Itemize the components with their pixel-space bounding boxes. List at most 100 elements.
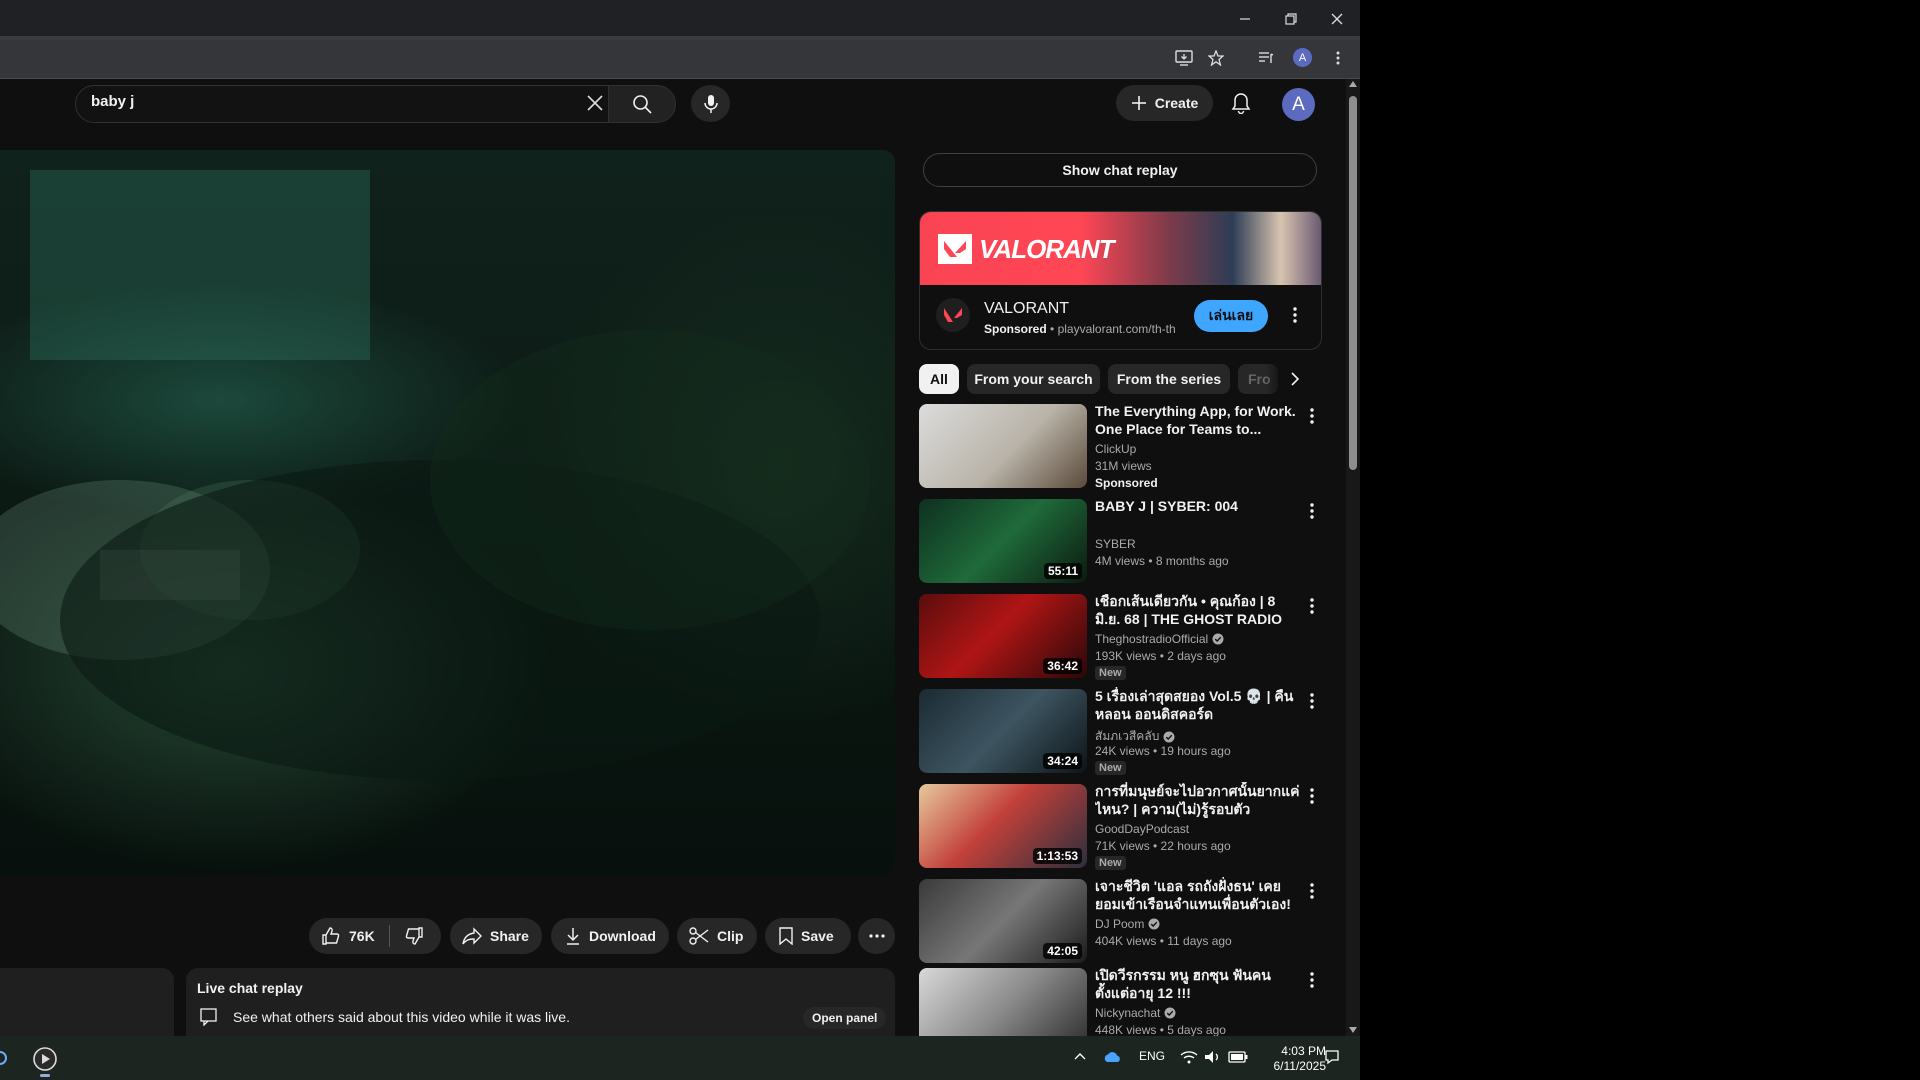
clock-time: 4:03 PM xyxy=(1281,1044,1326,1058)
video-player[interactable] xyxy=(0,150,895,875)
wifi-icon[interactable] xyxy=(1180,1050,1198,1064)
onedrive-icon[interactable] xyxy=(1103,1050,1123,1064)
video-meta: 193K views • 2 days ago xyxy=(1095,649,1226,663)
channel-name[interactable]: ClickUp xyxy=(1095,442,1136,456)
chip-from-the-series[interactable]: From the series xyxy=(1108,364,1230,394)
like-count[interactable]: 76K xyxy=(349,928,375,944)
chip-all[interactable]: All xyxy=(919,364,959,394)
scroll-down-arrow-icon[interactable] xyxy=(1348,1026,1358,1034)
video-thumbnail[interactable]: 34:24 xyxy=(919,689,1087,773)
recommendation-item[interactable]: The Everything App, for Work. One Place … xyxy=(919,402,1329,492)
media-player-icon[interactable] xyxy=(32,1046,58,1072)
recommendation-item[interactable]: 36:42 เชือกเส้นเดียวกัน • คุณก้อง | 8 มิ.… xyxy=(919,592,1329,682)
more-actions-button[interactable] xyxy=(858,918,895,954)
video-thumbnail[interactable]: 1:13:53 xyxy=(919,784,1087,868)
scroll-up-arrow-icon[interactable] xyxy=(1348,80,1358,88)
ad-banner-image[interactable]: VALORANT xyxy=(920,212,1321,285)
channel-name[interactable]: TheghostradioOfficial xyxy=(1095,632,1208,646)
bookmark-icon xyxy=(779,927,793,945)
browser-profile-avatar[interactable]: A xyxy=(1293,48,1312,67)
channel-row[interactable]: ClickUp xyxy=(1095,442,1136,456)
download-button[interactable]: Download xyxy=(551,918,669,954)
ad-url: playvalorant.com/th-th xyxy=(1057,322,1176,336)
recommendation-item[interactable]: 34:24 5 เรื่องเล่าสุดสยอง Vol.5 💀 | คืนหล… xyxy=(919,687,1329,777)
recommendation-item[interactable]: 1:13:53 การที่มนุษย์จะไปอวกาศนั้นยากแค่ไห… xyxy=(919,782,1329,872)
search-button[interactable] xyxy=(608,85,676,123)
bookmark-star-icon[interactable] xyxy=(1204,46,1228,70)
channel-row[interactable]: SYBER xyxy=(1095,537,1136,551)
more-vert-icon[interactable] xyxy=(1302,970,1322,990)
like-divider xyxy=(388,925,390,947)
video-title[interactable]: BABY J | SYBER: 004 xyxy=(1095,497,1300,515)
chevron-right-icon[interactable] xyxy=(1290,371,1300,387)
dislike-icon[interactable] xyxy=(404,926,424,946)
save-button[interactable]: Save xyxy=(765,918,851,954)
notification-center-icon[interactable] xyxy=(1324,1049,1340,1065)
search-icon xyxy=(632,94,652,114)
valorant-logo-icon xyxy=(938,234,972,264)
channel-name[interactable]: SYBER xyxy=(1095,537,1136,551)
close-icon[interactable] xyxy=(1314,0,1360,37)
open-panel-button[interactable]: Open panel xyxy=(803,1007,887,1029)
channel-row[interactable]: GoodDayPodcast xyxy=(1095,822,1189,836)
description-panel[interactable] xyxy=(0,968,174,1040)
video-title[interactable]: การที่มนุษย์จะไปอวกาศนั้นยากแค่ไหน? | คว… xyxy=(1095,782,1300,818)
channel-row[interactable]: DJ Poom xyxy=(1095,917,1160,931)
video-meta: 448K views • 5 days ago xyxy=(1095,1023,1226,1037)
video-title[interactable]: The Everything App, for Work. One Place … xyxy=(1095,402,1300,438)
browser-toolbar xyxy=(0,40,1360,78)
voice-search-button[interactable] xyxy=(691,85,730,122)
more-vert-icon[interactable] xyxy=(1302,786,1322,806)
share-button[interactable]: Share xyxy=(450,918,542,954)
video-meta: 404K views • 11 days ago xyxy=(1095,934,1232,948)
ad-cta-button[interactable]: เล่นเลย xyxy=(1194,300,1268,332)
ad-more-icon[interactable] xyxy=(1293,307,1297,323)
channel-row[interactable]: Nickynachat xyxy=(1095,1006,1176,1020)
scrollbar-thumb[interactable] xyxy=(1349,96,1357,470)
clear-search-icon[interactable] xyxy=(585,93,605,113)
video-title[interactable]: เชือกเส้นเดียวกัน • คุณก้อง | 8 มิ.ย. 68… xyxy=(1095,592,1300,628)
account-avatar[interactable]: A xyxy=(1282,88,1315,121)
video-title[interactable]: เจาะชีวิต 'แอล รถถังฝั่งธน' เคยยอมเข้าเร… xyxy=(1095,877,1300,913)
notifications-bell-icon[interactable] xyxy=(1226,88,1256,118)
video-thumbnail[interactable] xyxy=(919,404,1087,488)
more-vert-icon[interactable] xyxy=(1302,596,1322,616)
clip-button[interactable]: Clip xyxy=(677,918,757,954)
chip-from-your-search[interactable]: From your search xyxy=(967,364,1100,394)
like-icon[interactable] xyxy=(321,926,341,946)
advertiser-logo-icon xyxy=(936,298,970,332)
video-title[interactable]: เปิดวีรกรรม หนู ฮกซุน ฟันคนตั้งแต่อายุ 1… xyxy=(1095,966,1300,1002)
restore-icon[interactable] xyxy=(1268,0,1314,37)
channel-row[interactable]: TheghostradioOfficial xyxy=(1095,632,1224,646)
tray-chevron-up-icon[interactable] xyxy=(1074,1052,1086,1060)
channel-name[interactable]: GoodDayPodcast xyxy=(1095,822,1189,836)
video-thumbnail[interactable]: 42:05 xyxy=(919,879,1087,963)
media-control-icon[interactable] xyxy=(1254,46,1278,70)
create-button[interactable]: Create xyxy=(1116,85,1213,121)
video-title[interactable]: 5 เรื่องเล่าสุดสยอง Vol.5 💀 | คืนหลอน ออ… xyxy=(1095,687,1300,723)
verified-check-icon xyxy=(1163,731,1175,743)
search-input[interactable] xyxy=(75,85,634,123)
sponsored-ad-card[interactable]: VALORANT VALORANT Sponsored • playvalora… xyxy=(919,211,1322,350)
video-duration: 55:11 xyxy=(1043,563,1082,579)
system-clock[interactable]: 4:03 PM 6/11/2025 xyxy=(1252,1044,1327,1074)
taskbar-app-icon[interactable] xyxy=(0,1048,12,1068)
browser-menu-icon[interactable] xyxy=(1326,46,1350,70)
recommendation-item[interactable]: 55:11 BABY J | SYBER: 004 SYBER 4M views • … xyxy=(919,497,1329,587)
channel-name[interactable]: Nickynachat xyxy=(1095,1006,1160,1020)
recommendation-item[interactable]: 42:05 เจาะชีวิต 'แอล รถถังฝั่งธน' เคยยอมเ… xyxy=(919,877,1329,967)
more-vert-icon[interactable] xyxy=(1302,406,1322,426)
show-chat-replay-button[interactable]: Show chat replay xyxy=(923,153,1317,187)
install-app-icon[interactable] xyxy=(1172,46,1196,70)
more-vert-icon[interactable] xyxy=(1302,501,1322,521)
language-indicator[interactable]: ENG xyxy=(1139,1049,1165,1063)
battery-icon[interactable] xyxy=(1228,1051,1248,1063)
more-vert-icon[interactable] xyxy=(1302,881,1322,901)
more-vert-icon[interactable] xyxy=(1302,691,1322,711)
volume-icon[interactable] xyxy=(1204,1050,1222,1064)
video-thumbnail[interactable]: 36:42 xyxy=(919,594,1087,678)
video-thumbnail[interactable]: 55:11 xyxy=(919,499,1087,583)
verified-check-icon xyxy=(1148,918,1160,930)
channel-name[interactable]: DJ Poom xyxy=(1095,917,1144,931)
minimize-icon[interactable] xyxy=(1222,0,1268,37)
